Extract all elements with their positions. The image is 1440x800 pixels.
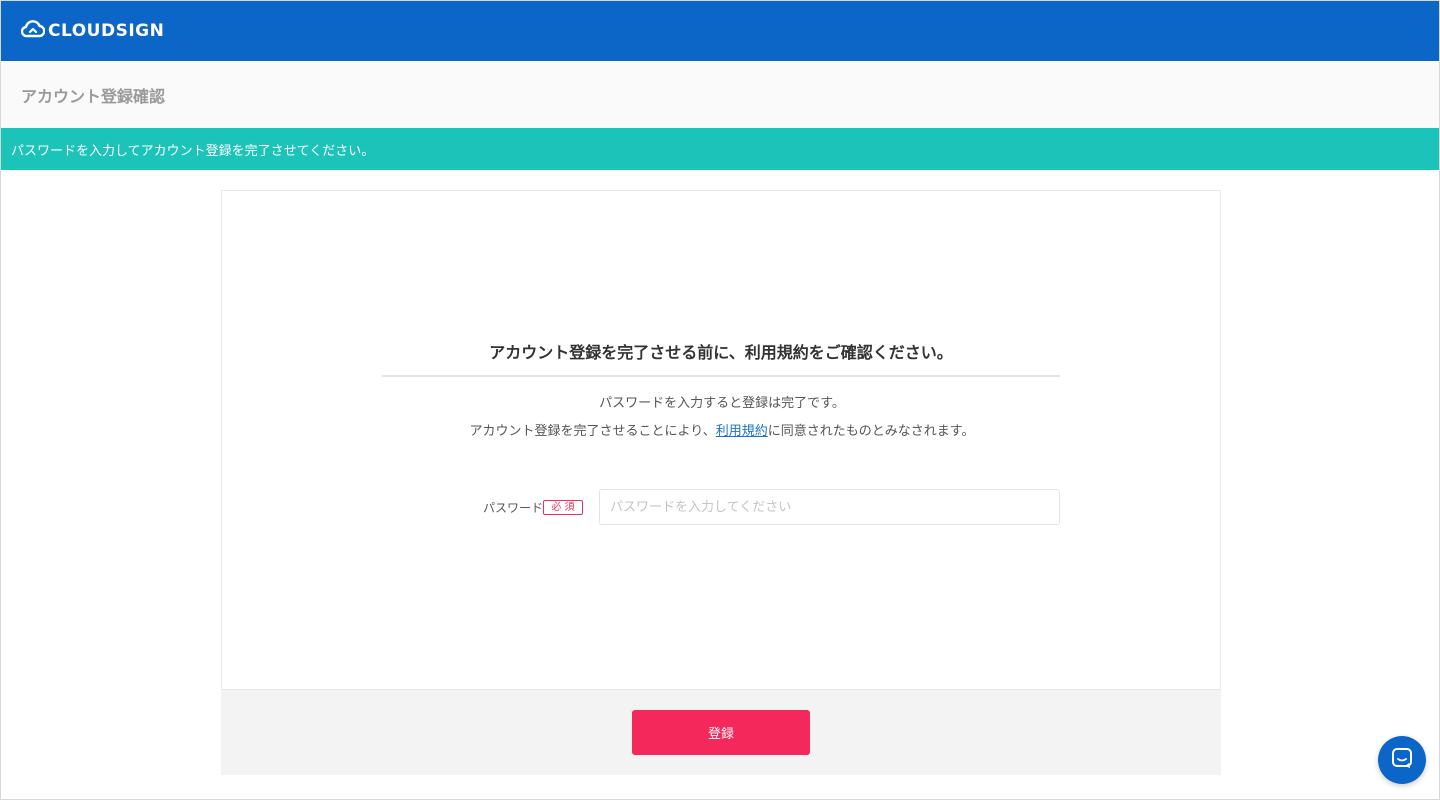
notice-banner: パスワードを入力してアカウント登録を完了させてください。 [1, 128, 1439, 170]
description-line-2: アカウント登録を完了させることにより、利用規約に同意されたものとみなされます。 [222, 420, 1222, 439]
cloudsign-logo[interactable]: CLOUDSIGN [20, 20, 165, 42]
registration-card: アカウント登録を完了させる前に、利用規約をご確認ください。 パスワードを入力する… [221, 190, 1221, 690]
chat-launcher-button[interactable] [1378, 736, 1426, 784]
chat-icon [1391, 747, 1413, 773]
app-window: CLOUDSIGN アカウント登録確認 パスワードを入力してアカウント登録を完了… [0, 0, 1440, 800]
notice-text: パスワードを入力してアカウント登録を完了させてください。 [11, 143, 375, 159]
terms-of-service-link[interactable]: 利用規約 [716, 424, 768, 439]
page-title: アカウント登録確認 [21, 86, 166, 106]
card-heading: アカウント登録を完了させる前に、利用規約をご確認ください。 [382, 339, 1060, 377]
password-label: パスワード [483, 501, 544, 515]
description-line-1: パスワードを入力すると登録は完了です。 [599, 396, 845, 411]
page-title-bar: アカウント登録確認 [1, 61, 1439, 128]
card-footer: 登録 [221, 690, 1221, 775]
required-badge: 必 須 [543, 500, 583, 515]
password-input[interactable] [599, 489, 1060, 525]
logo-text: CLOUDSIGN [48, 21, 165, 41]
register-button[interactable]: 登録 [632, 710, 810, 755]
description-prefix: アカウント登録を完了させることにより、 [469, 424, 716, 439]
description-suffix: に同意されたものとみなされます。 [767, 424, 975, 439]
cloud-icon [20, 20, 46, 42]
top-navbar: CLOUDSIGN [1, 1, 1439, 61]
